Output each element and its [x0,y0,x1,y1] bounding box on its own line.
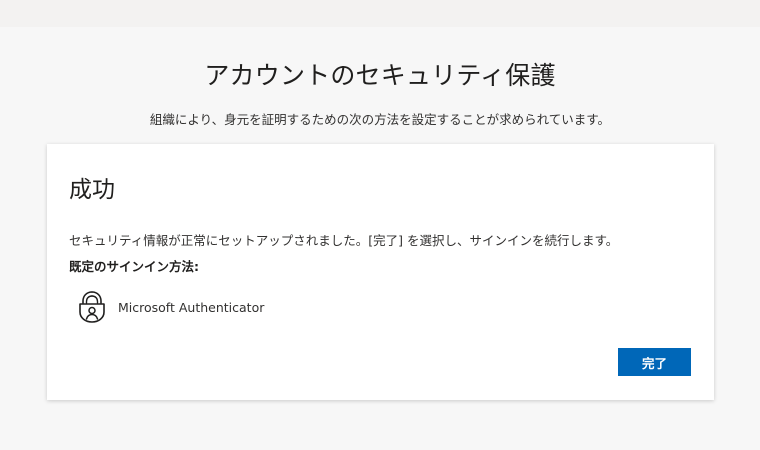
success-message: セキュリティ情報が正常にセットアップされました。[完了] を選択し、サインインを… [69,233,619,248]
success-card: 成功 セキュリティ情報が正常にセットアップされました。[完了] を選択し、サイン… [47,144,714,400]
default-method-label: 既定のサインイン方法: [69,259,199,274]
done-button[interactable]: 完了 [618,348,691,376]
default-method-name: Microsoft Authenticator [118,299,265,315]
authenticator-lock-icon [79,291,105,323]
card-title: 成功 [69,177,115,203]
page-title: アカウントのセキュリティ保護 [204,61,556,90]
page-subtitle: 組織により、身元を証明するための次の方法を設定することが求められています。 [149,112,611,127]
top-strip [0,0,760,27]
default-method-row: Microsoft Authenticator [77,290,264,324]
